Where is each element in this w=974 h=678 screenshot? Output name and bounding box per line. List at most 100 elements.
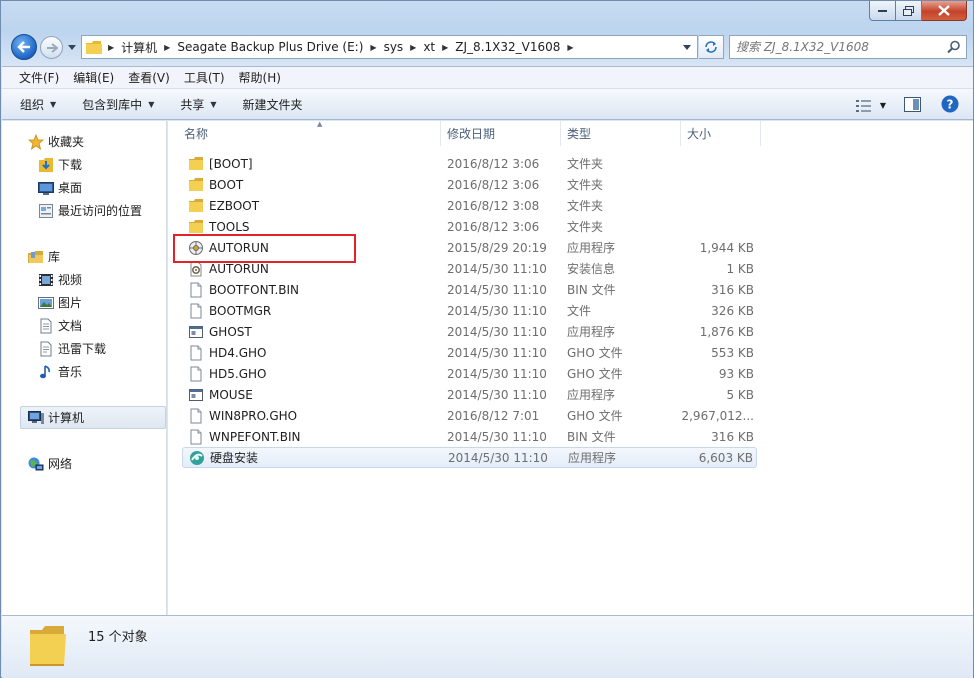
breadcrumb-separator[interactable]: ▶	[366, 43, 380, 52]
nav-desktop[interactable]: 桌面	[38, 179, 82, 196]
chevron-down-icon: ▼	[879, 101, 886, 110]
folder-icon	[86, 40, 102, 54]
file-type: 文件夹	[567, 220, 604, 234]
file-size: 6,603 KB	[698, 450, 753, 465]
back-arrow-icon	[17, 41, 30, 53]
file-type: GHO 文件	[567, 409, 623, 423]
file-row[interactable]: BOOT 2016/8/12 3:06 文件夹	[182, 174, 757, 195]
forward-button[interactable]	[40, 36, 63, 59]
file-name: AUTORUN	[209, 261, 269, 276]
include-library-label: 包含到库中	[82, 97, 143, 112]
nav-documents-label: 文档	[58, 319, 83, 333]
file-row[interactable]: GHOST 2014/5/30 11:10 应用程序 1,876 KB	[182, 321, 757, 342]
library-icon	[28, 249, 44, 265]
column-header-date[interactable]: 修改日期	[441, 121, 561, 146]
file-size: 553 KB	[711, 345, 754, 360]
nav-recent-label: 最近访问的位置	[58, 204, 143, 218]
address-bar[interactable]: ▶ 计算机 ▶ Seagate Backup Plus Drive (E:) ▶…	[81, 35, 698, 59]
file-size: 316 KB	[711, 429, 754, 444]
column-header-type[interactable]: 类型	[561, 121, 681, 146]
column-header-name[interactable]: 名称 ▲	[178, 120, 441, 146]
file-row[interactable]: BOOTMGR 2014/5/30 11:10 文件 326 KB	[182, 300, 757, 321]
file-date: 2016/8/12 3:06	[447, 177, 540, 192]
file-list: 名称 ▲ 修改日期 类型 大小 [BOOT] 2016/8/12 3:06 文件夹 B…	[168, 120, 973, 615]
forward-arrow-icon	[46, 42, 58, 53]
change-view-button[interactable]: ▼	[855, 99, 886, 113]
file-type: GHO 文件	[567, 367, 623, 381]
file-row[interactable]: EZBOOT 2016/8/12 3:08 文件夹	[182, 195, 757, 216]
file-row[interactable]: WNPEFONT.BIN 2014/5/30 11:10 BIN 文件 316 KB	[182, 426, 757, 447]
breadcrumb-separator[interactable]: ▶	[438, 43, 452, 52]
address-history-dropdown[interactable]	[680, 36, 694, 58]
back-button[interactable]	[11, 34, 37, 60]
nav-desktop-label: 桌面	[58, 181, 83, 195]
file-size: 2,967,012...	[681, 408, 754, 423]
nav-libraries[interactable]: 库	[28, 248, 60, 265]
breadcrumb-separator[interactable]: ▶	[104, 43, 118, 52]
file-row[interactable]: MOUSE 2014/5/30 11:10 应用程序 5 KB	[182, 384, 757, 405]
folder-large-icon	[30, 626, 66, 666]
breadcrumb-xt[interactable]: xt	[420, 40, 438, 54]
file-date: 2016/8/12 3:06	[447, 219, 540, 234]
minimize-button[interactable]	[869, 1, 896, 21]
nav-music[interactable]: 音乐	[38, 363, 82, 380]
file-name-cell: HD5.GHO	[188, 366, 438, 382]
breadcrumb-separator[interactable]: ▶	[160, 43, 174, 52]
share-button[interactable]: 共享 ▼	[180, 96, 216, 113]
chevron-down-icon	[68, 44, 76, 50]
close-button[interactable]	[922, 1, 967, 21]
file-name-cell: BOOTMGR	[188, 303, 438, 319]
file-date: 2016/8/12 3:08	[447, 198, 540, 213]
preview-pane-icon	[904, 96, 921, 112]
nav-recent[interactable]: 最近访问的位置	[38, 202, 142, 219]
nav-downloads[interactable]: 下载	[38, 156, 82, 173]
breadcrumb-sys[interactable]: sys	[381, 40, 407, 54]
file-row[interactable]: [BOOT] 2016/8/12 3:06 文件夹	[182, 153, 757, 174]
search-input[interactable]	[730, 40, 940, 54]
menu-file[interactable]: 文件(F)	[12, 69, 66, 86]
file-row[interactable]: BOOTFONT.BIN 2014/5/30 11:10 BIN 文件 316 KB	[182, 279, 757, 300]
new-folder-label: 新建文件夹	[242, 97, 303, 112]
refresh-button[interactable]	[699, 35, 724, 59]
nav-pictures[interactable]: 图片	[38, 294, 82, 311]
nav-videos[interactable]: 视频	[38, 271, 82, 288]
file-row[interactable]: WIN8PRO.GHO 2016/8/12 7:01 GHO 文件 2,967,012…	[182, 405, 757, 426]
file-name-cell: WIN8PRO.GHO	[188, 408, 438, 424]
file-row[interactable]: HD4.GHO 2014/5/30 11:10 GHO 文件 553 KB	[182, 342, 757, 363]
menu-tools[interactable]: 工具(T)	[177, 69, 232, 86]
menu-help[interactable]: 帮助(H)	[232, 69, 288, 86]
new-folder-button[interactable]: 新建文件夹	[243, 96, 303, 113]
file-icon	[188, 429, 204, 445]
file-name: WNPEFONT.BIN	[209, 429, 301, 444]
organize-button[interactable]: 组织 ▼	[20, 96, 56, 113]
recent-pages-dropdown[interactable]	[66, 41, 78, 53]
menu-edit[interactable]: 编辑(E)	[66, 69, 121, 86]
help-icon: ?	[941, 95, 959, 113]
nav-network[interactable]: 网络	[28, 455, 72, 472]
file-date: 2014/5/30 11:10	[447, 261, 547, 276]
menu-view[interactable]: 查看(V)	[121, 69, 177, 86]
preview-pane-button[interactable]	[904, 96, 921, 115]
nav-computer[interactable]: 计算机	[28, 409, 84, 426]
computer-icon	[28, 410, 44, 426]
folder-icon	[188, 177, 204, 193]
file-icon	[188, 408, 204, 424]
file-row[interactable]: 硬盘安装 2014/5/30 11:10 应用程序 6,603 KB	[182, 447, 757, 468]
include-library-button[interactable]: 包含到库中 ▼	[82, 96, 154, 113]
help-button[interactable]: ?	[941, 95, 959, 116]
file-row[interactable]: HD5.GHO 2014/5/30 11:10 GHO 文件 93 KB	[182, 363, 757, 384]
column-type-label: 类型	[567, 127, 592, 141]
breadcrumb-computer[interactable]: 计算机	[118, 39, 160, 56]
breadcrumb-current[interactable]: ZJ_8.1X32_V1608	[452, 40, 563, 54]
column-header-size[interactable]: 大小	[681, 121, 761, 146]
nav-thunder-downloads[interactable]: 迅雷下载	[38, 340, 106, 357]
search-box[interactable]	[729, 35, 967, 59]
nav-favorites[interactable]: 收藏夹	[28, 133, 84, 150]
breadcrumb-separator[interactable]: ▶	[406, 43, 420, 52]
breadcrumb-separator[interactable]: ▶	[563, 43, 577, 52]
maximize-button[interactable]	[896, 1, 922, 21]
nav-documents[interactable]: 文档	[38, 317, 82, 334]
breadcrumb-drive[interactable]: Seagate Backup Plus Drive (E:)	[174, 40, 366, 54]
menu-bar: 文件(F) 编辑(E) 查看(V) 工具(T) 帮助(H)	[2, 66, 973, 88]
nav-pictures-label: 图片	[58, 296, 83, 310]
